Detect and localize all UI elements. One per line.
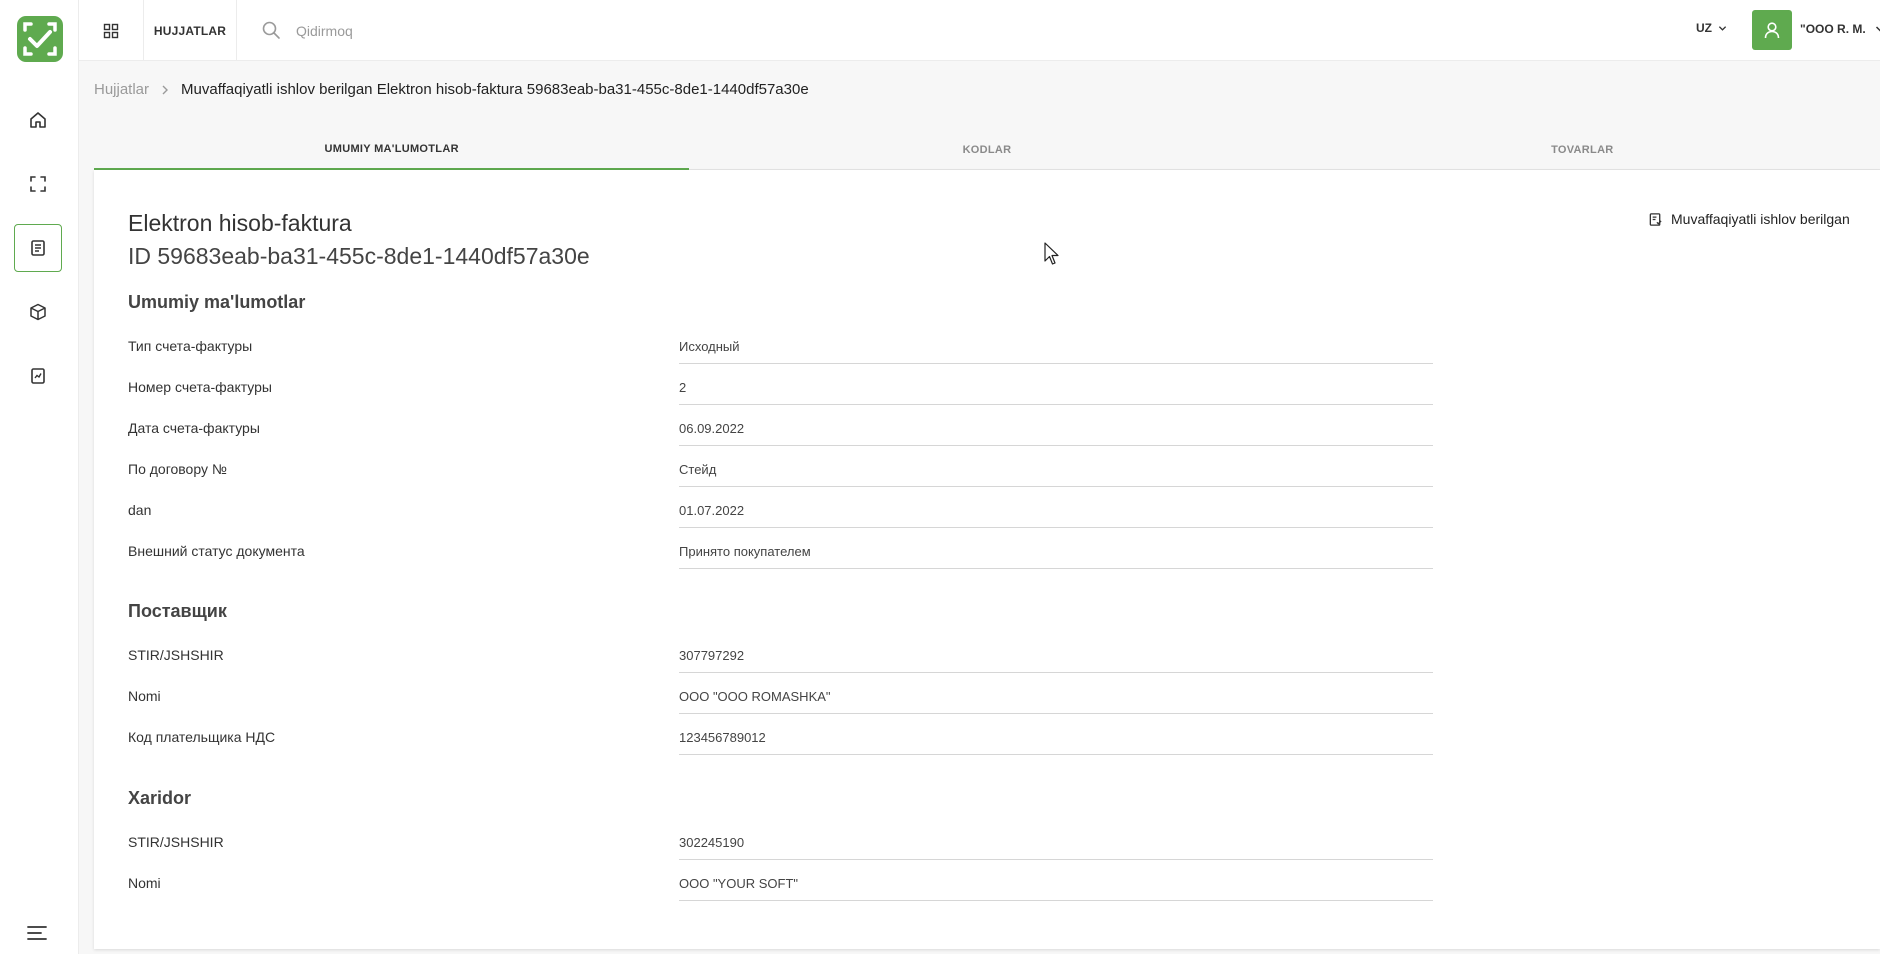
info-row: Код плательщика НДС 123456789012 [128,729,1433,755]
user-name[interactable]: "OOO R. M. [1800,22,1866,36]
info-row: Тип счета-фактуры Исходный [128,338,1433,364]
breadcrumb: Hujjatlar Muvaffaqiyatli ishlov berilgan… [94,81,809,98]
box-icon [30,303,46,321]
topbar: HUJJATLAR UZ "OOO R. M. [79,0,1880,61]
menu-toggle-icon[interactable] [27,925,47,941]
row-label: По договору № [128,461,227,477]
user-menu-chevron-icon[interactable] [1875,24,1880,34]
sidebar-item-reports[interactable] [14,352,62,400]
info-row: Nomi ООО "OOO ROMASHKA" [128,688,1433,714]
info-row: Номер счета-фактуры 2 [128,379,1433,405]
document-status-icon [1649,212,1662,226]
section-title-general: Umumiy ma'lumotlar [128,292,306,312]
row-label: Код плательщика НДС [128,729,276,745]
row-value: 01.07.2022 [679,502,1433,528]
info-row: dan 01.07.2022 [128,502,1433,528]
sidebar-item-scan[interactable] [14,160,62,208]
section-title-buyer: Xaridor [128,788,192,808]
sidebar-item-products[interactable] [14,288,62,336]
row-value: Принято покупателем [679,543,1433,569]
home-icon [30,112,46,128]
sidebar-item-home[interactable] [14,96,62,144]
row-value: 2 [679,379,1433,405]
document-icon [31,240,45,256]
check-logo-icon [23,22,57,56]
search-icon [262,21,280,39]
row-value: 123456789012 [679,729,1433,755]
status-badge: Muvaffaqiyatli ishlov berilgan [1648,211,1850,227]
breadcrumb-root[interactable]: Hujjatlar [94,81,149,98]
row-label: Дата счета-фактуры [128,420,260,436]
row-value: Стейд [679,461,1433,487]
language-selector[interactable]: UZ [1696,21,1727,35]
info-row: По договору № Стейд [128,461,1433,487]
row-label: Nomi [128,875,161,891]
sidebar [0,0,79,954]
info-row: STIR/JSHSHIR 302245190 [128,834,1433,860]
row-value: 302245190 [679,834,1433,860]
row-value: Исходный [679,338,1433,364]
avatar[interactable] [1752,10,1792,50]
scan-icon [30,176,46,192]
chart-icon [31,368,45,384]
language-label: UZ [1696,21,1712,35]
tab-general-info[interactable]: UMUMIY MA'LUMOTLAR [94,130,690,170]
tab-documents[interactable]: HUJJATLAR [144,0,237,61]
app-logo[interactable] [17,16,63,62]
row-label: Тип счета-фактуры [128,338,253,354]
row-label: STIR/JSHSHIR [128,834,224,850]
document-card: Elektron hisob-faktura ID 59683eab-ba31-… [94,170,1880,949]
row-label: Номер счета-фактуры [128,379,272,395]
tab-codes[interactable]: KODLAR [689,130,1285,170]
user-icon [1764,22,1780,39]
breadcrumb-current: Muvaffaqiyatli ishlov berilgan Elektron … [181,81,809,98]
mouse-cursor-icon [1044,242,1059,265]
row-label: Nomi [128,688,161,704]
row-value: ООО "YOUR SOFT" [679,875,1433,901]
tab-goods[interactable]: TOVARLAR [1284,130,1880,170]
info-row: STIR/JSHSHIR 307797292 [128,647,1433,673]
info-row: Дата счета-фактуры 06.09.2022 [128,420,1433,446]
info-row: Nomi ООО "YOUR SOFT" [128,875,1433,901]
apps-grid-icon [103,23,119,38]
document-title: Elektron hisob-faktura [128,210,352,236]
row-value: 307797292 [679,647,1433,673]
chevron-down-icon [1718,25,1727,31]
row-label: STIR/JSHSHIR [128,647,224,663]
status-text: Muvaffaqiyatli ishlov berilgan [1671,211,1850,227]
document-id: ID 59683eab-ba31-455c-8de1-1440df57a30e [128,243,590,269]
section-title-supplier: Поставщик [128,601,227,621]
apps-button[interactable] [79,0,144,61]
sidebar-item-documents[interactable] [14,224,62,272]
search-input[interactable] [296,18,696,44]
info-row: Внешний статус документа Принято покупат… [128,543,1433,569]
chevron-right-icon [162,85,169,94]
row-label: dan [128,502,152,518]
tabs: UMUMIY MA'LUMOTLAR KODLAR TOVARLAR [94,130,1880,170]
row-value: 06.09.2022 [679,420,1433,446]
row-label: Внешний статус документа [128,543,305,559]
row-value: ООО "OOO ROMASHKA" [679,688,1433,714]
